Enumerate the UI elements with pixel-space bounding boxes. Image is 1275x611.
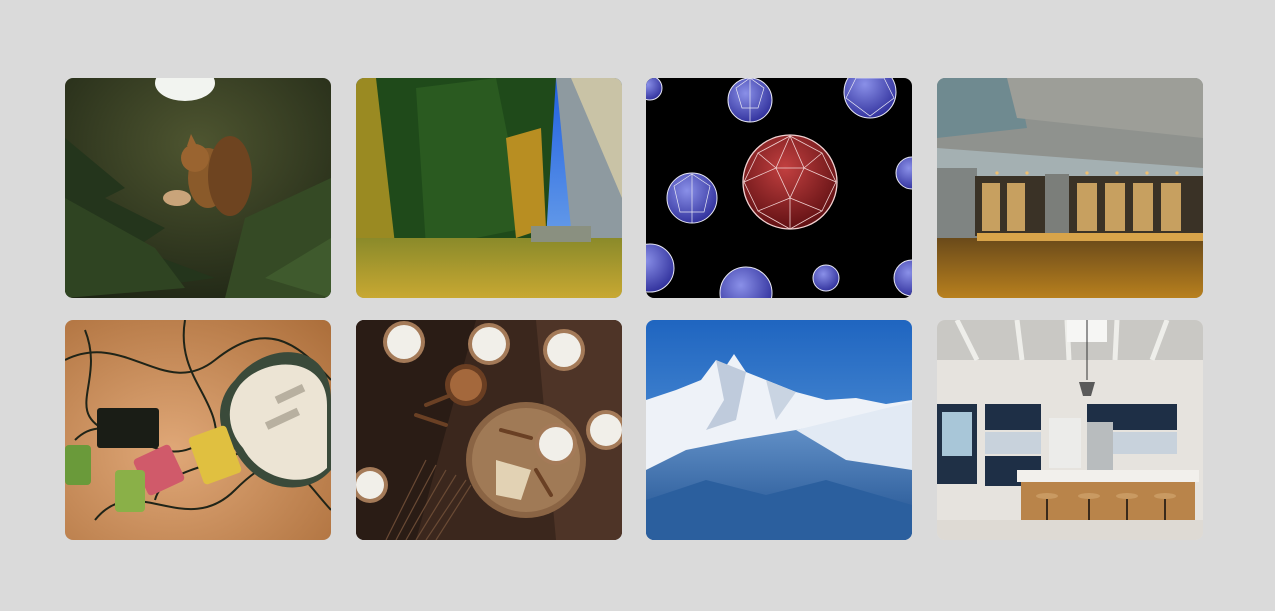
gallery-image-forest[interactable]	[355, 78, 622, 298]
milk-cups-photo	[355, 320, 622, 540]
guitar-photo	[65, 320, 331, 540]
kitchen-photo	[936, 320, 1203, 540]
gallery-image-kitchen[interactable]	[936, 320, 1203, 540]
gallery-image-spheres[interactable]	[646, 78, 912, 298]
gallery-image-building[interactable]	[936, 78, 1203, 298]
spheres-render	[646, 78, 912, 298]
mountains-photo	[646, 320, 912, 540]
forest-photo	[355, 78, 622, 298]
gallery-image-milk-cups[interactable]	[355, 320, 622, 540]
gallery-image-guitar[interactable]	[65, 320, 331, 540]
building-photo	[936, 78, 1203, 298]
squirrel-photo	[65, 78, 331, 298]
image-gallery	[65, 78, 1203, 540]
gallery-image-mountains[interactable]	[646, 320, 912, 540]
gallery-image-squirrel[interactable]	[65, 78, 331, 298]
